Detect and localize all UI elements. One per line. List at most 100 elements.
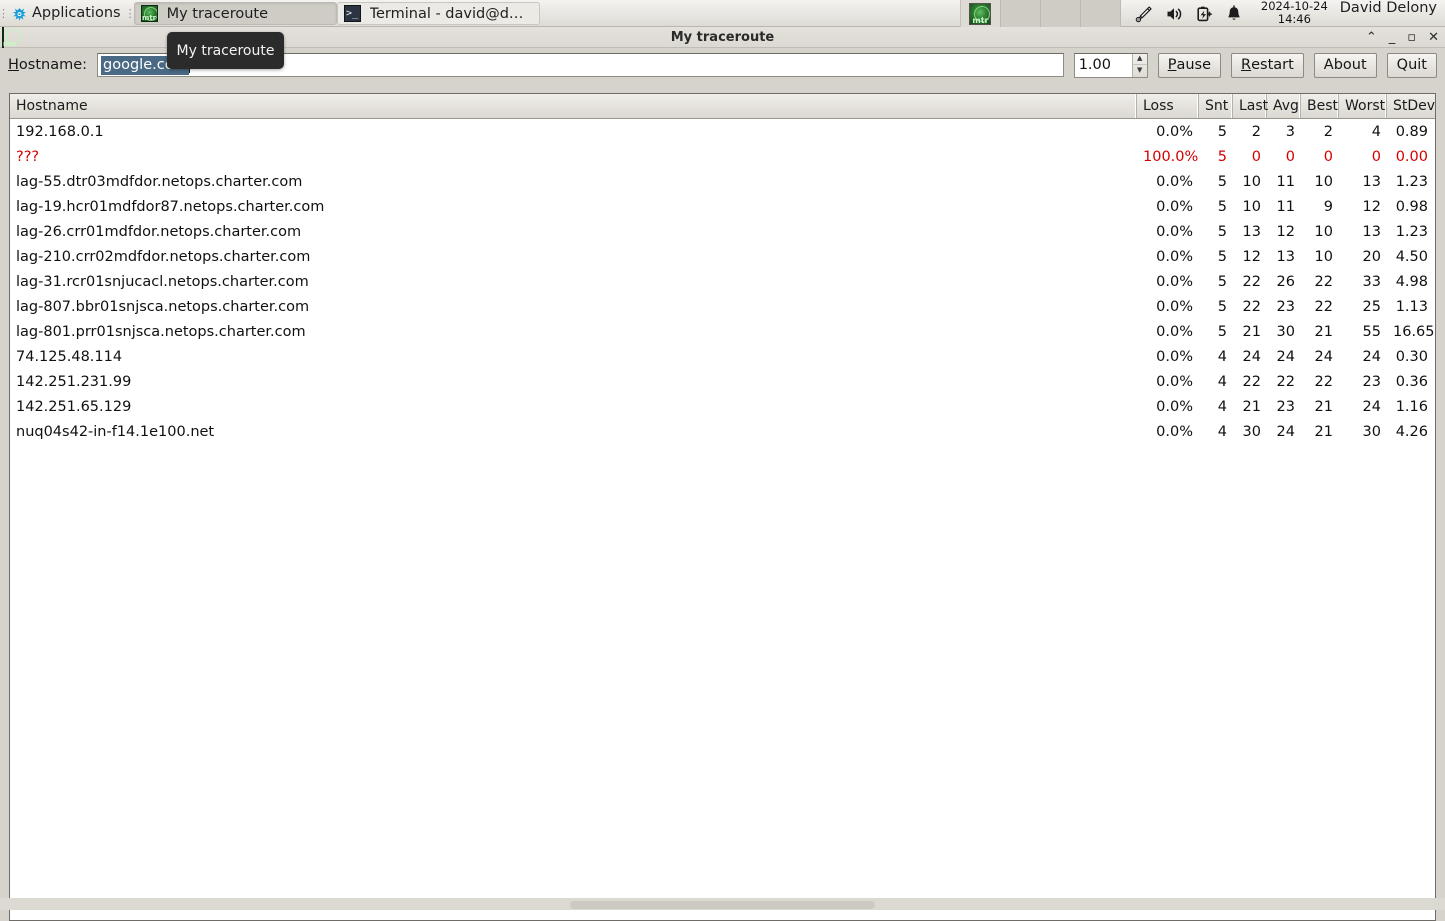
cell-last: 10 — [1242, 173, 1261, 190]
table-row[interactable]: ??? 100.0% 5 0 0 0 0 0.00 — [10, 144, 1435, 169]
scrollbar-thumb[interactable] — [570, 901, 875, 909]
hostname-label: Hostname: — [8, 57, 87, 73]
panel-handle-tasklist[interactable]: ⋮ — [125, 0, 136, 26]
cell-loss: 0.0% — [1156, 298, 1193, 315]
window-control-buttons: ⌃ _ ▫ ✕ — [1366, 27, 1439, 48]
taskbar-button-terminal[interactable]: >_ Terminal - david@debia... — [336, 2, 540, 25]
cell-worst: 0 — [1371, 148, 1381, 165]
cell-worst: 23 — [1362, 373, 1381, 390]
column-header-stdev[interactable]: StDev — [1387, 94, 1435, 118]
table-header-row: Hostname Loss Snt Last Avg Best Worst St… — [10, 94, 1435, 119]
cell-last: 22 — [1242, 373, 1261, 390]
cell-last: 30 — [1242, 423, 1261, 440]
cell-hostname: 192.168.0.1 — [16, 123, 104, 140]
cell-hostname: 142.251.65.129 — [16, 398, 132, 415]
shade-window-button[interactable]: ⌃ — [1366, 31, 1377, 44]
taskbar-tooltip: My traceroute — [167, 32, 284, 69]
table-row[interactable]: lag-801.prr01snjsca.netops.charter.com 0.… — [10, 319, 1435, 344]
pager-cell-2[interactable] — [1001, 0, 1041, 27]
cell-snt: 4 — [1217, 373, 1227, 390]
applications-menu-button[interactable]: Applications — [7, 0, 127, 26]
restart-button-label: estart — [1251, 57, 1294, 73]
mtr-window: My traceroute ⌃ _ ▫ ✕ Hostname: google.c… — [0, 27, 1445, 921]
about-button[interactable]: About — [1313, 52, 1377, 78]
cell-worst: 33 — [1362, 273, 1381, 290]
table-row[interactable]: 142.251.65.129 0.0% 4 21 23 21 24 1.16 — [10, 394, 1435, 419]
cell-snt: 5 — [1217, 223, 1227, 240]
cell-stdev: 0.30 — [1395, 348, 1428, 365]
pager-cell-4[interactable] — [1081, 0, 1121, 27]
cell-last: 24 — [1242, 348, 1261, 365]
column-header-last[interactable]: Last — [1233, 94, 1268, 118]
hostname-label-mnemonic: H — [8, 57, 19, 73]
cell-avg: 11 — [1276, 198, 1295, 215]
table-row[interactable]: lag-210.crr02mdfdor.netops.charter.com 0.… — [10, 244, 1435, 269]
quit-button[interactable]: Quit — [1386, 52, 1437, 78]
column-header-hostname[interactable]: Hostname — [10, 94, 1137, 118]
cell-stdev: 0.00 — [1395, 148, 1428, 165]
close-window-button[interactable]: ✕ — [1428, 31, 1439, 44]
table-row[interactable]: lag-26.crr01mdfdor.netops.charter.com 0.0… — [10, 219, 1435, 244]
taskbar-button-label: My traceroute — [166, 5, 269, 22]
horizontal-scrollbar[interactable] — [0, 898, 1445, 910]
cell-worst: 4 — [1371, 123, 1381, 140]
table-row[interactable]: lag-55.dtr03mdfdor.netops.charter.com 0.0… — [10, 169, 1435, 194]
spinner-up-icon[interactable]: ▲ — [1132, 54, 1147, 65]
table-row[interactable]: 142.251.231.99 0.0% 4 22 22 22 23 0.36 — [10, 369, 1435, 394]
cell-best: 24 — [1314, 348, 1333, 365]
taskbar-button-label: Terminal - david@debia... — [369, 5, 529, 22]
pause-button[interactable]: Pause — [1157, 52, 1222, 78]
column-header-avg[interactable]: Avg — [1267, 94, 1301, 118]
panel-handle-left[interactable]: ⋮ — [0, 0, 9, 26]
cell-stdev: 4.50 — [1395, 248, 1428, 265]
column-header-best[interactable]: Best — [1301, 94, 1339, 118]
table-row[interactable]: 192.168.0.1 0.0% 5 2 3 2 4 0.89 — [10, 119, 1435, 144]
maximize-window-button[interactable]: ▫ — [1407, 31, 1416, 44]
cell-hostname: 74.125.48.114 — [16, 348, 123, 365]
system-tray — [1121, 0, 1253, 27]
cell-worst: 12 — [1362, 198, 1381, 215]
column-header-worst[interactable]: Worst — [1339, 94, 1387, 118]
clock[interactable]: 2024-10-24 14:46 — [1253, 0, 1336, 26]
cell-last: 21 — [1242, 323, 1261, 340]
minimize-window-button[interactable]: _ — [1389, 31, 1396, 44]
interval-spinner[interactable]: 1.00 ▲ ▼ — [1073, 52, 1148, 78]
cell-loss: 0.0% — [1156, 248, 1193, 265]
spinner-down-icon[interactable]: ▼ — [1133, 65, 1147, 77]
column-header-loss[interactable]: Loss — [1137, 94, 1199, 118]
cell-loss: 0.0% — [1156, 323, 1193, 340]
cell-last: 2 — [1251, 123, 1261, 140]
cell-stdev: 1.23 — [1395, 173, 1428, 190]
traceroute-table: Hostname Loss Snt Last Avg Best Worst St… — [9, 93, 1436, 921]
table-row[interactable]: nuq04s42-in-f14.1e100.net 0.0% 4 30 24 21 30 4.… — [10, 419, 1435, 444]
cell-snt: 5 — [1217, 173, 1227, 190]
pager-cell-1[interactable] — [960, 0, 1001, 27]
user-name-label[interactable]: David Delony — [1336, 0, 1445, 26]
battery-charging-icon[interactable] — [1195, 5, 1213, 23]
cell-loss: 0.0% — [1156, 273, 1193, 290]
table-row[interactable]: lag-807.bbr01snjsca.netops.charter.com 0.… — [10, 294, 1435, 319]
cell-hostname: lag-801.prr01snjsca.netops.charter.com — [16, 323, 306, 340]
table-row[interactable]: 74.125.48.114 0.0% 4 24 24 24 24 0.30 — [10, 344, 1435, 369]
volume-icon[interactable] — [1165, 5, 1183, 23]
table-body: 192.168.0.1 0.0% 5 2 3 2 4 0.89??? 100.0% 5 0 0 0 0 0.… — [10, 119, 1435, 444]
pen-tablet-icon[interactable] — [1135, 5, 1153, 23]
cell-stdev: 0.36 — [1395, 373, 1428, 390]
cell-hostname: ??? — [16, 148, 40, 165]
cell-best: 10 — [1314, 173, 1333, 190]
cell-hostname: lag-210.crr02mdfdor.netops.charter.com — [16, 248, 311, 265]
restart-button[interactable]: Restart — [1231, 52, 1304, 78]
cell-avg: 23 — [1276, 298, 1295, 315]
table-row[interactable]: lag-31.rcr01snjucacl.netops.charter.com 0… — [10, 269, 1435, 294]
interval-value[interactable]: 1.00 — [1075, 54, 1132, 77]
table-row[interactable]: lag-19.hcr01mdfdor87.netops.charter.com 0… — [10, 194, 1435, 219]
cell-worst: 24 — [1362, 348, 1381, 365]
taskbar-button-my-traceroute[interactable]: My traceroute — [133, 2, 337, 25]
column-header-snt[interactable]: Snt — [1199, 94, 1233, 118]
pager-cell-3[interactable] — [1041, 0, 1081, 27]
pause-button-label: ause — [1176, 57, 1212, 73]
cell-avg: 24 — [1276, 348, 1295, 365]
notification-bell-icon[interactable] — [1225, 4, 1243, 23]
cell-snt: 4 — [1217, 348, 1227, 365]
window-pager[interactable] — [959, 0, 1121, 27]
